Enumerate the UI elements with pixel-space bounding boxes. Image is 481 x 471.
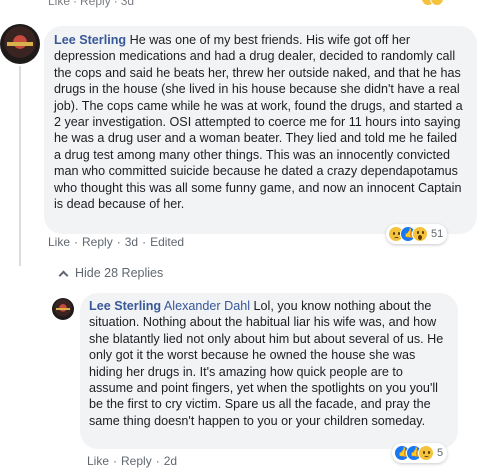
like-link[interactable]: Like <box>87 454 109 468</box>
reply-avatar[interactable] <box>52 298 74 320</box>
like-link[interactable]: Like <box>48 0 70 8</box>
comment-text: He was one of my best friends. His wife … <box>54 33 463 212</box>
reply-author[interactable]: Lee Sterling <box>89 299 161 313</box>
reactions-pill[interactable]: 👍 51 <box>386 224 448 244</box>
reaction-count: 51 <box>431 228 444 240</box>
hide-replies-label: Hide 28 Replies <box>75 266 164 280</box>
comment-time[interactable]: 3d <box>125 235 138 249</box>
hide-replies-button[interactable]: Hide 28 Replies <box>58 266 164 280</box>
avatar[interactable] <box>0 24 40 64</box>
thread-line <box>19 66 21 266</box>
reply-text: Lol, you know nothing about the situatio… <box>89 299 444 428</box>
wow-emoji-icon <box>412 226 428 242</box>
comment-author[interactable]: Lee Sterling <box>54 33 126 47</box>
chevron-up-icon <box>58 270 69 280</box>
reply-link[interactable]: Reply <box>121 454 152 468</box>
previous-comment-actions: Like · Reply · 3d <box>48 0 134 8</box>
reply-link[interactable]: Reply <box>82 235 113 249</box>
reply-mention[interactable]: Alexander Dahl <box>164 299 250 313</box>
reply-bubble: Lee Sterling Alexander Dahl Lol, you kno… <box>80 293 458 449</box>
reply-link[interactable]: Reply <box>80 0 111 8</box>
wow-emoji-icon <box>430 0 444 6</box>
edited-label[interactable]: Edited <box>150 235 184 249</box>
previous-reactions[interactable] <box>421 0 445 6</box>
comment-time: 3d <box>120 0 135 8</box>
reply-reactions-pill[interactable]: 👍 👍 5 <box>392 443 448 463</box>
like-link[interactable]: Like <box>48 235 70 249</box>
comment-bubble: Lee Sterling He was one of my best frien… <box>44 26 477 234</box>
reply-actions: Like · Reply · 2d <box>87 454 178 468</box>
reply-time[interactable]: 2d <box>164 454 177 468</box>
comment-actions: Like · Reply · 3d · Edited <box>48 235 185 249</box>
sad-emoji-icon <box>418 445 434 461</box>
reaction-count: 5 <box>437 447 444 459</box>
